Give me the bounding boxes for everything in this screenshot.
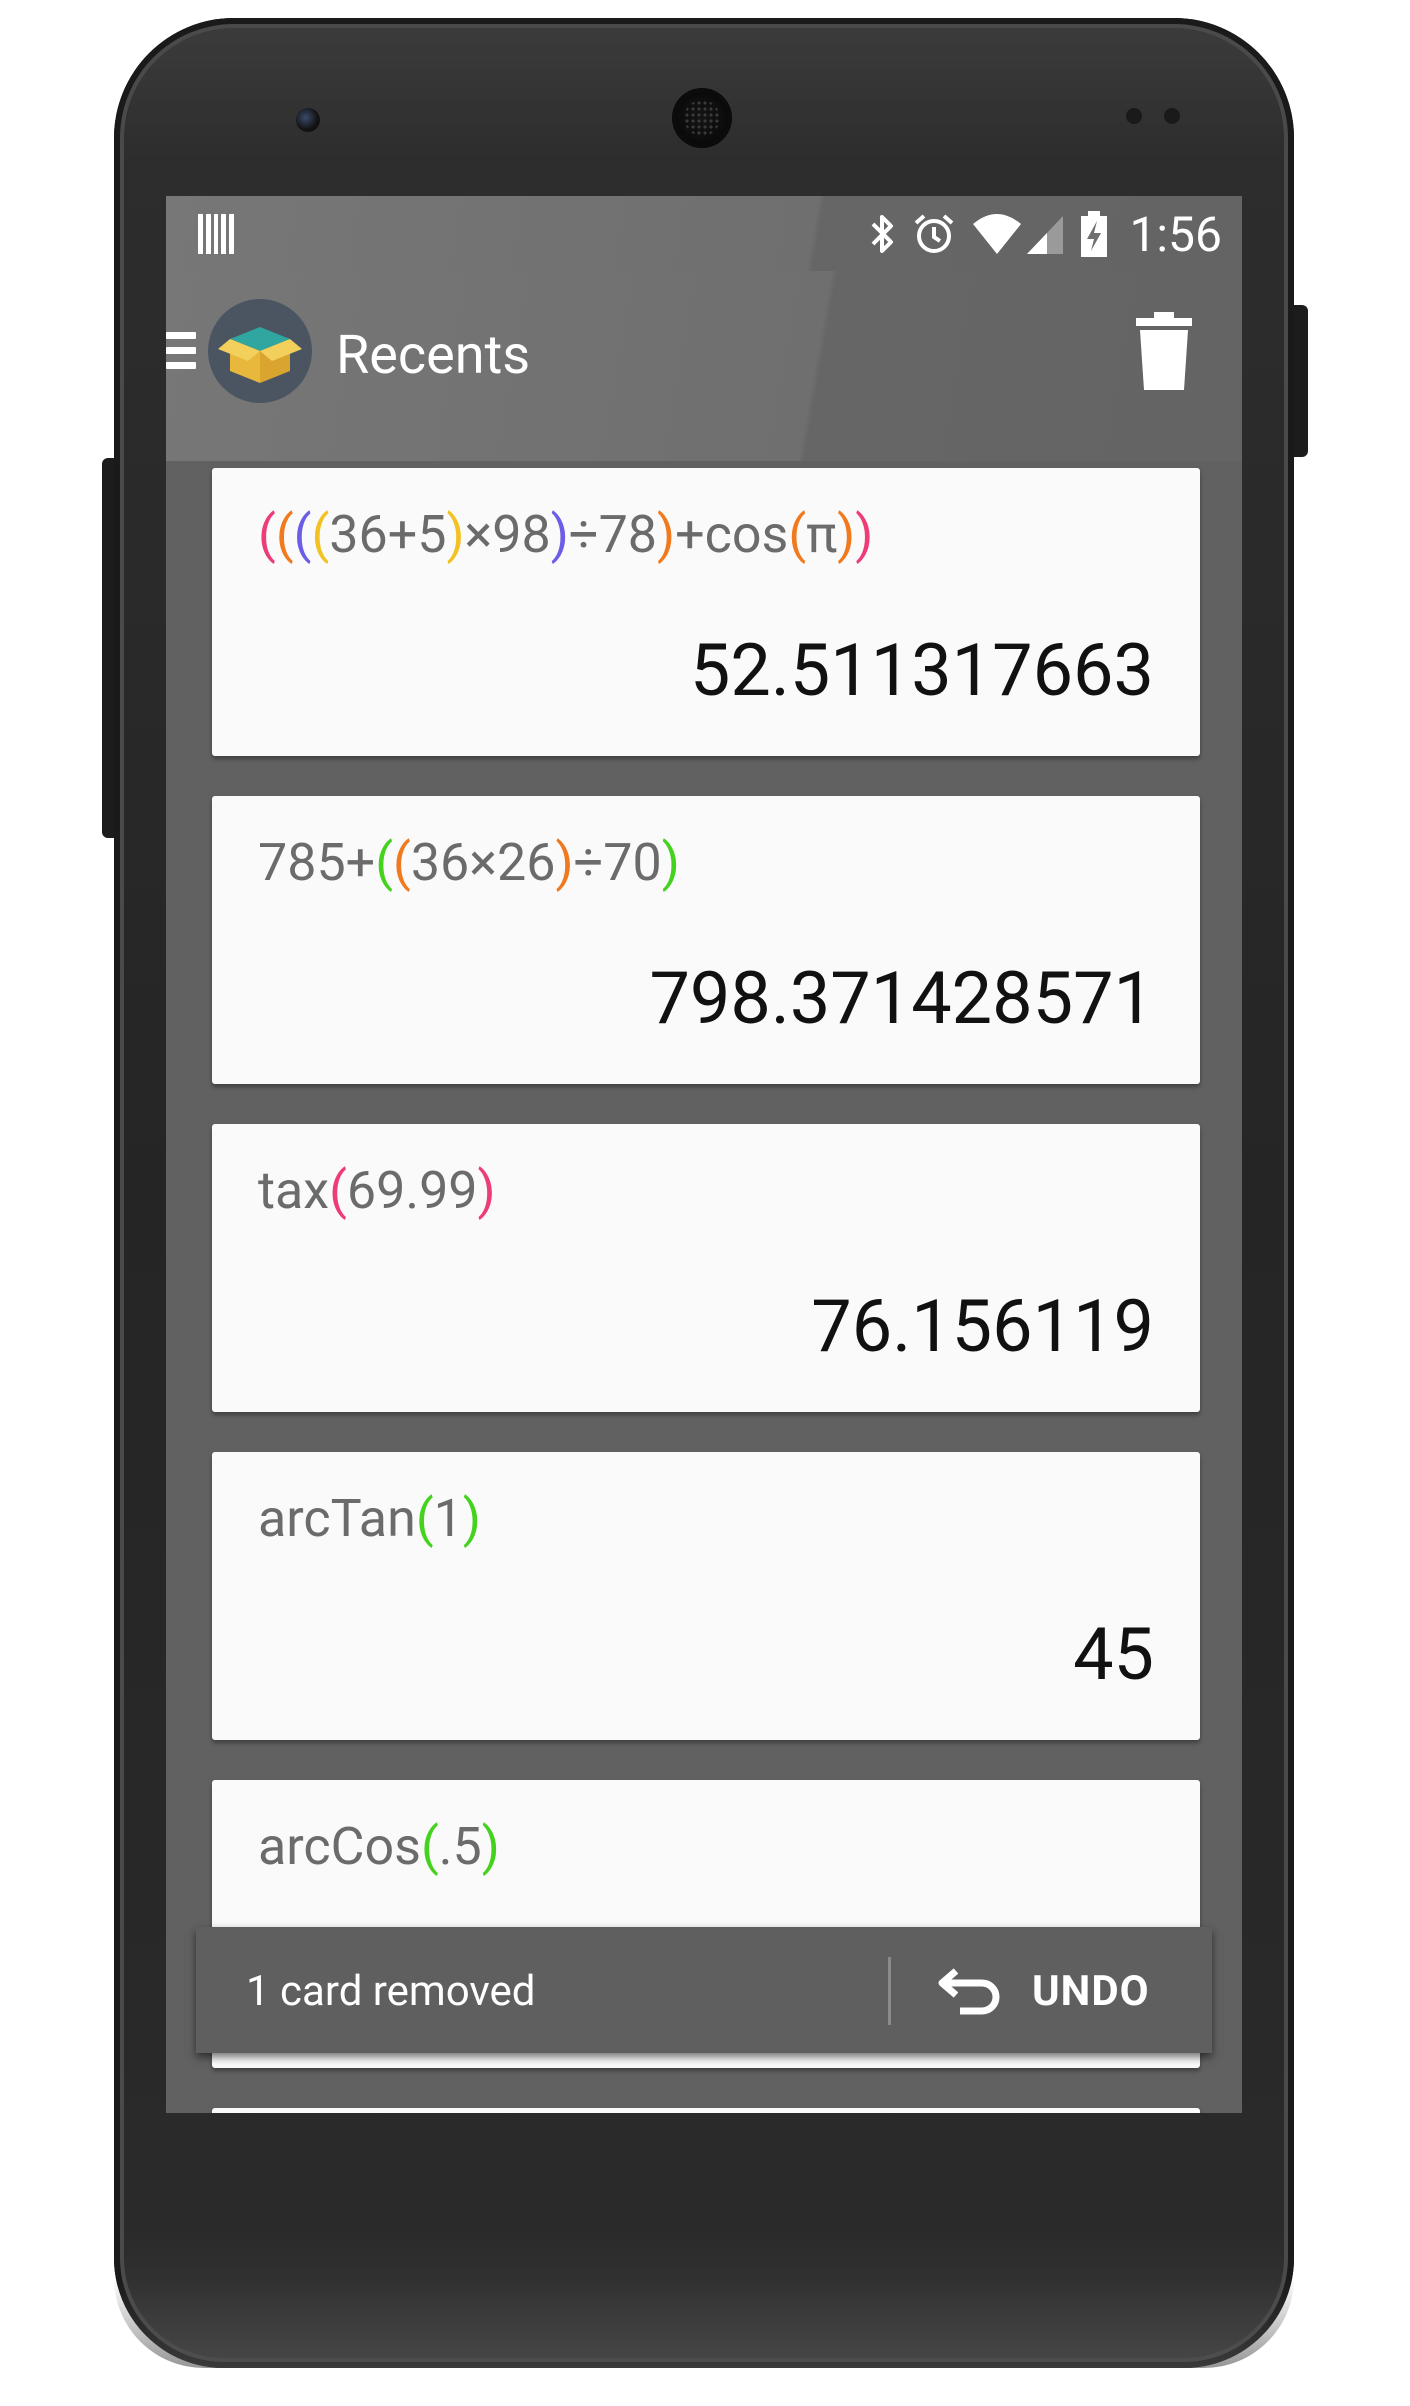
- proximity-sensor: [1126, 108, 1142, 124]
- expression-bracket: ): [661, 832, 680, 893]
- status-bar: 1:56: [166, 196, 1242, 271]
- battery-charging-icon: [1079, 209, 1109, 259]
- expression-token: 69.99: [346, 1160, 478, 1221]
- signal-icon: [1025, 212, 1065, 256]
- expression-token: 1: [433, 1488, 463, 1549]
- expression-bracket: (: [393, 832, 411, 893]
- expression-bracket: (: [788, 504, 807, 565]
- page-title: Recents: [336, 324, 531, 387]
- trash-icon[interactable]: [1134, 312, 1194, 392]
- expression-bracket: ): [477, 1160, 496, 1221]
- status-icons: 1:56: [869, 205, 1222, 263]
- wifi-icon: [971, 212, 1023, 256]
- earpiece-speaker: [672, 88, 732, 148]
- expression-token: ×98: [464, 504, 551, 565]
- expression-bracket: ): [462, 1488, 481, 1549]
- snackbar-divider: [888, 1957, 891, 2025]
- card-result: 798.371428571: [649, 956, 1154, 1041]
- history-card[interactable]: ((((36+5)×98)÷78)+cos(π)) 52.511317663: [212, 468, 1200, 756]
- expression-bracket: ): [550, 504, 569, 565]
- expression-bracket: (: [311, 504, 330, 565]
- front-camera: [296, 108, 320, 132]
- expression-bracket: (: [275, 504, 294, 565]
- expression-bracket: (: [415, 1488, 434, 1549]
- history-card[interactable]: 785+((36×26)÷70) 798.371428571: [212, 796, 1200, 1084]
- expression-token: arcTan: [258, 1488, 416, 1549]
- snackbar-message: 1 card removed: [246, 1967, 536, 2016]
- undo-label: UNDO: [1032, 1966, 1150, 2016]
- card-result: 52.511317663: [689, 628, 1154, 713]
- bluetooth-icon: [869, 212, 897, 256]
- status-time: 1:56: [1129, 205, 1222, 263]
- expression-bracket: ): [837, 504, 856, 565]
- expression-bracket: (: [329, 1160, 347, 1221]
- expression-token: arcCos: [258, 1816, 421, 1877]
- card-expression: 785+((36×26)÷70): [258, 832, 680, 893]
- app-logo-box-icon[interactable]: [208, 299, 312, 403]
- light-sensor: [1164, 108, 1180, 124]
- expression-bracket: (: [258, 504, 276, 565]
- expression-bracket: ): [446, 504, 465, 565]
- expression-bracket: ): [555, 832, 574, 893]
- expression-token: .5: [438, 1816, 482, 1877]
- snackbar: 1 card removed UNDO: [196, 1927, 1212, 2053]
- expression-token: +cos: [675, 504, 789, 565]
- expression-token: tax: [258, 1160, 330, 1221]
- card-expression: tax(69.99): [258, 1160, 496, 1221]
- expression-token: ÷78: [568, 504, 658, 565]
- power-button: [1294, 305, 1308, 457]
- history-card[interactable]: arcTan(1) 45: [212, 1452, 1200, 1740]
- expression-token: π: [806, 504, 838, 565]
- expression-token: ÷70: [573, 832, 662, 893]
- expression-token: 36×26: [410, 832, 556, 893]
- card-expression: arcCos(.5): [258, 1816, 500, 1877]
- expression-bracket: ): [855, 504, 874, 565]
- expression-bracket: (: [293, 504, 312, 565]
- menu-icon[interactable]: [166, 332, 196, 374]
- card-expression: arcTan(1): [258, 1488, 481, 1549]
- expression-token: 36+5: [329, 504, 447, 565]
- undo-icon: [936, 1961, 1006, 2021]
- expression-bracket: (: [420, 1816, 439, 1877]
- card-expression: ((((36+5)×98)÷78)+cos(π)): [258, 504, 873, 565]
- history-card[interactable]: tax(69.99) 76.156119: [212, 1124, 1200, 1412]
- undo-button[interactable]: UNDO: [936, 1949, 1150, 2033]
- history-card[interactable]: [212, 2108, 1200, 2113]
- expression-token: 785+: [258, 832, 376, 893]
- app-bar: [166, 271, 1242, 461]
- screen: 1:56 Recents ((((36+5)×98)÷78)+cos(π)) 5…: [166, 196, 1242, 2113]
- expression-bracket: (: [375, 832, 393, 893]
- card-result: 45: [1073, 1612, 1154, 1697]
- alarm-icon: [911, 211, 957, 257]
- card-result: 76.156119: [811, 1284, 1154, 1369]
- notification-barcode-icon: [198, 214, 234, 254]
- expression-bracket: ): [657, 504, 676, 565]
- expression-bracket: ): [481, 1816, 500, 1877]
